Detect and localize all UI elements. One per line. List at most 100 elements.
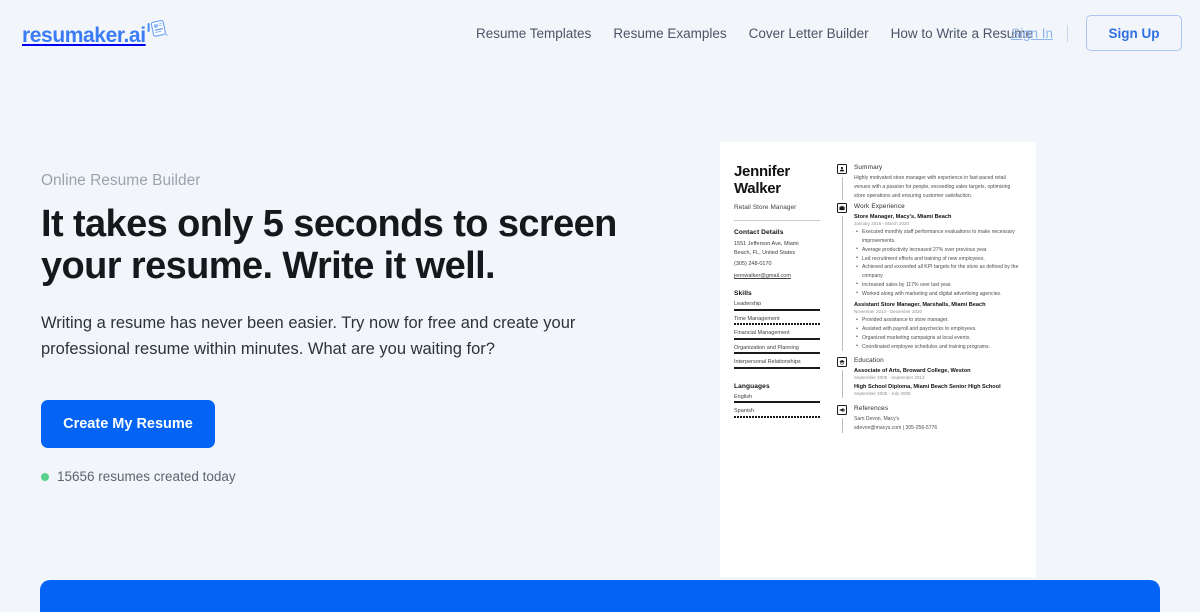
resume-contact-address-1: 1551 Jefferson Ave, Miami — [734, 240, 820, 249]
nav-divider — [1067, 25, 1068, 42]
resumes-created-counter-label: 15656 resumes created today — [57, 469, 236, 484]
resumes-created-counter: 15656 resumes created today — [41, 469, 661, 484]
resume-references-section: References Sam Devon, Macy's sdevon@macy… — [832, 405, 1022, 433]
section-rail — [842, 216, 843, 351]
brand-logo[interactable]: resumaker.ai — [22, 18, 169, 46]
top-navigation-bar: resumaker.ai Resume Templat — [0, 0, 1200, 64]
person-badge-icon — [837, 164, 847, 174]
job-title: Assistant Store Manager, Marshalls, Miam… — [854, 302, 1022, 308]
resume-name-last: Walker — [734, 180, 781, 197]
resume-divider — [734, 220, 820, 221]
education-entry: Associate of Arts, Broward College, West… — [854, 368, 1022, 380]
resume-contact-heading: Contact Details — [734, 229, 820, 236]
job-bullet-list: Provided assistance to store manager. As… — [854, 316, 1022, 351]
language-item: English — [734, 394, 820, 404]
brand-logo-text: resumaker.ai — [22, 25, 146, 46]
create-my-resume-button[interactable]: Create My Resume — [41, 400, 215, 448]
resume-preview-card[interactable]: Jennifer Walker Retail Store Manager Con… — [720, 142, 1036, 577]
job-dates: January 2016 - March 2020 — [854, 221, 1022, 226]
megaphone-icon — [837, 405, 847, 415]
job-title: Store Manager, Macy's, Miami Beach — [854, 214, 1022, 220]
skill-level-bar — [734, 309, 820, 311]
language-item: Spanish — [734, 408, 820, 418]
resume-work-experience-body: Work Experience Store Manager, Macy's, M… — [852, 203, 1022, 351]
skill-level-bar — [734, 323, 820, 325]
hero-subcopy: Writing a resume has never been easier. … — [41, 310, 581, 363]
landing-page: resumaker.ai Resume Templat — [0, 0, 1200, 612]
education-degree: Associate of Arts, Broward College, West… — [854, 368, 1022, 374]
graduation-cap-icon — [837, 357, 847, 367]
status-dot-icon — [41, 473, 49, 481]
sign-up-button[interactable]: Sign Up — [1086, 15, 1182, 51]
nav-link-resume-templates[interactable]: Resume Templates — [476, 26, 591, 41]
skill-label: Time Management — [734, 316, 820, 322]
language-level-bar — [734, 416, 820, 418]
skill-item: Interpersonal Relationships — [734, 359, 820, 369]
job-bullet-list: Executed monthly staff performance evalu… — [854, 228, 1022, 298]
language-label: English — [734, 394, 820, 400]
job-bullet: Provided assistance to store manager. — [854, 316, 1022, 325]
resume-education-title: Education — [854, 357, 1022, 364]
resume-references-title: References — [854, 405, 1022, 412]
spacer — [734, 281, 820, 290]
resume-contact-address-2: Beach, FL, United States — [734, 249, 820, 258]
skill-item: Organization and Planning — [734, 345, 820, 355]
skill-label: Financial Management — [734, 330, 820, 336]
resume-left-column: Jennifer Walker Retail Store Manager Con… — [734, 164, 826, 577]
resume-candidate-name: Jennifer Walker — [734, 164, 820, 198]
skill-label: Interpersonal Relationships — [734, 359, 820, 365]
resume-name-first: Jennifer — [734, 163, 790, 180]
skill-level-bar — [734, 367, 820, 369]
education-entry: High School Diploma, Miami Beach Senior … — [854, 384, 1022, 396]
resume-references-body: References Sam Devon, Macy's sdevon@macy… — [852, 405, 1022, 433]
spacer — [734, 374, 820, 383]
skill-level-bar — [734, 338, 820, 340]
nav-account-actions: Sign In Sign Up — [997, 15, 1182, 51]
resume-right-column: Summary Highly motivated store manager w… — [826, 164, 1022, 577]
resume-languages-heading: Languages — [734, 383, 820, 390]
resume-document-icon — [147, 18, 169, 45]
bottom-banner-bar[interactable] — [40, 580, 1160, 612]
section-rail — [842, 177, 843, 200]
resume-work-experience-section: Work Experience Store Manager, Macy's, M… — [832, 203, 1022, 351]
section-icon-rail — [832, 405, 852, 433]
briefcase-icon — [837, 203, 847, 213]
section-rail — [842, 370, 843, 398]
reference-contact: sdevon@macys.com | 305-256-5776 — [854, 424, 1022, 433]
resume-summary-section: Summary Highly motivated store manager w… — [832, 164, 1022, 200]
education-dates: September 2009 - September 2013 — [854, 375, 1022, 380]
job-bullet: Increased sales by 117% over last year. — [854, 281, 1022, 290]
skill-item: Financial Management — [734, 330, 820, 340]
sign-in-link[interactable]: Sign In — [997, 26, 1067, 41]
job-bullet: Worked along with marketing and digital … — [854, 290, 1022, 299]
nav-link-cover-letter-builder[interactable]: Cover Letter Builder — [749, 26, 869, 41]
job-dates: November 2013 - December 2020 — [854, 309, 1022, 314]
nav-links: Resume Templates Resume Examples Cover L… — [476, 26, 1033, 41]
skill-item: Time Management — [734, 316, 820, 326]
section-icon-rail — [832, 164, 852, 200]
resume-skills-heading: Skills — [734, 290, 820, 297]
hero-headline-line-2: your resume. Write it well. — [41, 245, 495, 287]
hero-eyebrow: Online Resume Builder — [41, 172, 661, 190]
hero-section: Online Resume Builder It takes only 5 se… — [41, 172, 661, 484]
resume-summary-title: Summary — [854, 164, 1022, 171]
work-experience-entry: Store Manager, Macy's, Miami Beach Janua… — [854, 214, 1022, 298]
education-degree: High School Diploma, Miami Beach Senior … — [854, 384, 1022, 390]
resume-education-section: Education Associate of Arts, Broward Col… — [832, 357, 1022, 398]
resume-education-body: Education Associate of Arts, Broward Col… — [852, 357, 1022, 398]
language-label: Spanish — [734, 408, 820, 414]
skill-label: Leadership — [734, 301, 820, 307]
nav-link-resume-examples[interactable]: Resume Examples — [613, 26, 726, 41]
section-icon-rail — [832, 203, 852, 351]
skill-label: Organization and Planning — [734, 345, 820, 351]
resume-work-experience-title: Work Experience — [854, 203, 1022, 210]
resume-summary-body: Summary Highly motivated store manager w… — [852, 164, 1022, 200]
job-bullet: Achieved and exceeded all KPI targets fo… — [854, 263, 1022, 281]
job-bullet: Executed monthly staff performance evalu… — [854, 228, 1022, 246]
education-dates: September 2005 - July 2009 — [854, 391, 1022, 396]
job-bullet: Average productivity increased 27% over … — [854, 246, 1022, 255]
job-bullet: Coordinated employee schedules and train… — [854, 343, 1022, 352]
language-level-bar — [734, 401, 820, 403]
hero-headline: It takes only 5 seconds to screen your r… — [41, 204, 661, 288]
resume-contact-email[interactable]: jennwalker@gmail.com — [734, 272, 820, 281]
